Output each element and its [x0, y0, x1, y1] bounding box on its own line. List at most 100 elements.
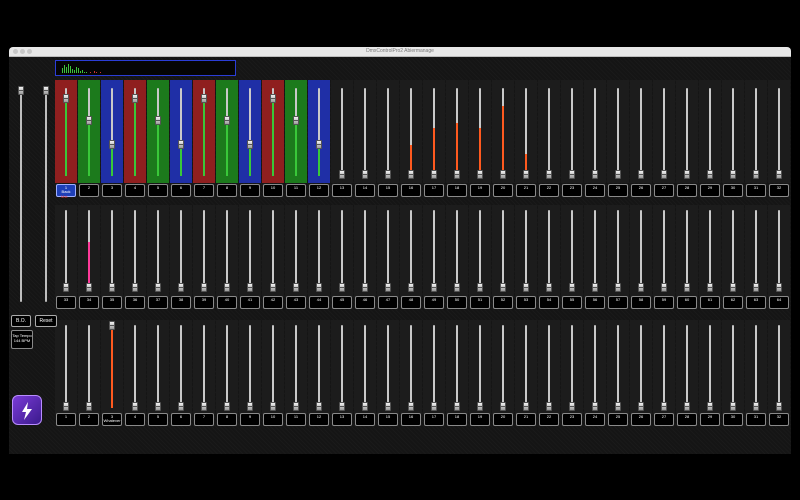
row1-channel-label-3[interactable]: 3	[102, 184, 122, 197]
fader-knob[interactable]	[661, 283, 667, 292]
fader-knob[interactable]	[477, 283, 483, 292]
fader-knob[interactable]	[18, 86, 24, 95]
row2-channel-label-22[interactable]: 54	[539, 296, 559, 309]
fader-knob[interactable]	[247, 140, 253, 149]
fader-knob[interactable]	[224, 402, 230, 411]
row1-channel-label-26[interactable]: 26	[631, 184, 651, 197]
fader-knob[interactable]	[615, 283, 621, 292]
fader-knob[interactable]	[63, 94, 69, 103]
row3-channel-label-12[interactable]: 12	[309, 413, 329, 426]
fader-knob[interactable]	[339, 170, 345, 179]
row2-channel-label-15[interactable]: 47	[378, 296, 398, 309]
row1-channel-label-4[interactable]: 4	[125, 184, 145, 197]
row2-channel-label-8[interactable]: 40	[217, 296, 237, 309]
fader-knob[interactable]	[684, 283, 690, 292]
fader-knob[interactable]	[615, 170, 621, 179]
fader-knob[interactable]	[477, 402, 483, 411]
fader-knob[interactable]	[730, 170, 736, 179]
row3-channel-label-27[interactable]: 27	[654, 413, 674, 426]
fader-knob[interactable]	[638, 170, 644, 179]
fader-knob[interactable]	[132, 402, 138, 411]
fader-knob[interactable]	[316, 140, 322, 149]
row3-channel-label-25[interactable]: 25	[608, 413, 628, 426]
fader-knob[interactable]	[500, 170, 506, 179]
fader-knob[interactable]	[454, 283, 460, 292]
fader-knob[interactable]	[270, 94, 276, 103]
fader-knob[interactable]	[63, 402, 69, 411]
row2-channel-label-9[interactable]: 41	[240, 296, 260, 309]
fader-knob[interactable]	[132, 94, 138, 103]
fader-knob[interactable]	[707, 283, 713, 292]
fader-knob[interactable]	[316, 402, 322, 411]
row3-channel-label-14[interactable]: 14	[355, 413, 375, 426]
row2-channel-label-1[interactable]: 33	[56, 296, 76, 309]
row1-channel-label-32[interactable]: 32	[769, 184, 789, 197]
fader-knob[interactable]	[408, 170, 414, 179]
fader-knob[interactable]	[661, 402, 667, 411]
row2-channel-label-29[interactable]: 61	[700, 296, 720, 309]
fader-knob[interactable]	[546, 283, 552, 292]
row3-channel-label-21[interactable]: 21	[516, 413, 536, 426]
fader-knob[interactable]	[293, 402, 299, 411]
fader-knob[interactable]	[155, 116, 161, 125]
row2-channel-label-25[interactable]: 57	[608, 296, 628, 309]
row2-channel-label-3[interactable]: 35	[102, 296, 122, 309]
fader-knob[interactable]	[43, 86, 49, 95]
row2-channel-label-11[interactable]: 43	[286, 296, 306, 309]
fader-knob[interactable]	[753, 170, 759, 179]
row1-channel-label-16[interactable]: 16	[401, 184, 421, 197]
fader-knob[interactable]	[362, 283, 368, 292]
fader-knob[interactable]	[500, 402, 506, 411]
row2-channel-label-14[interactable]: 46	[355, 296, 375, 309]
row1-channel-label-10[interactable]: 10	[263, 184, 283, 197]
fader-knob[interactable]	[385, 283, 391, 292]
fader-knob[interactable]	[132, 283, 138, 292]
row1-channel-label-11[interactable]: 11	[286, 184, 306, 197]
fader-knob[interactable]	[247, 283, 253, 292]
fader-knob[interactable]	[776, 283, 782, 292]
fader-knob[interactable]	[638, 402, 644, 411]
row2-channel-label-31[interactable]: 63	[746, 296, 766, 309]
fader-knob[interactable]	[385, 402, 391, 411]
row2-channel-label-16[interactable]: 48	[401, 296, 421, 309]
fader-knob[interactable]	[178, 140, 184, 149]
fader-knob[interactable]	[86, 402, 92, 411]
row2-channel-label-2[interactable]: 34	[79, 296, 99, 309]
row1-channel-label-28[interactable]: 28	[677, 184, 697, 197]
fader-knob[interactable]	[569, 170, 575, 179]
row3-channel-label-32[interactable]: 32	[769, 413, 789, 426]
row2-channel-label-13[interactable]: 45	[332, 296, 352, 309]
fader-knob[interactable]	[178, 283, 184, 292]
fader-knob[interactable]	[569, 402, 575, 411]
row3-channel-label-11[interactable]: 11	[286, 413, 306, 426]
row1-channel-label-14[interactable]: 14	[355, 184, 375, 197]
row2-channel-label-19[interactable]: 51	[470, 296, 490, 309]
row2-channel-label-32[interactable]: 64	[769, 296, 789, 309]
fader-knob[interactable]	[224, 116, 230, 125]
fader-knob[interactable]	[523, 283, 529, 292]
fader-knob[interactable]	[86, 116, 92, 125]
fader-knob[interactable]	[201, 402, 207, 411]
row1-channel-label-29[interactable]: 29	[700, 184, 720, 197]
fader-knob[interactable]	[569, 283, 575, 292]
fader-knob[interactable]	[592, 170, 598, 179]
row3-channel-label-18[interactable]: 18	[447, 413, 467, 426]
fader-knob[interactable]	[523, 402, 529, 411]
row2-channel-label-5[interactable]: 37	[148, 296, 168, 309]
row3-channel-label-30[interactable]: 30	[723, 413, 743, 426]
row3-channel-label-5[interactable]: 5	[148, 413, 168, 426]
row2-channel-label-21[interactable]: 53	[516, 296, 536, 309]
row2-channel-label-27[interactable]: 59	[654, 296, 674, 309]
fader-knob[interactable]	[431, 402, 437, 411]
row2-channel-label-10[interactable]: 42	[263, 296, 283, 309]
fader-knob[interactable]	[684, 170, 690, 179]
row1-channel-label-21[interactable]: 21	[516, 184, 536, 197]
row3-channel-label-19[interactable]: 19	[470, 413, 490, 426]
fader-knob[interactable]	[293, 283, 299, 292]
row3-channel-label-9[interactable]: 9	[240, 413, 260, 426]
fader-knob[interactable]	[270, 283, 276, 292]
fader-knob[interactable]	[592, 402, 598, 411]
fader-knob[interactable]	[707, 402, 713, 411]
fader-knob[interactable]	[109, 321, 115, 330]
row2-channel-label-20[interactable]: 52	[493, 296, 513, 309]
